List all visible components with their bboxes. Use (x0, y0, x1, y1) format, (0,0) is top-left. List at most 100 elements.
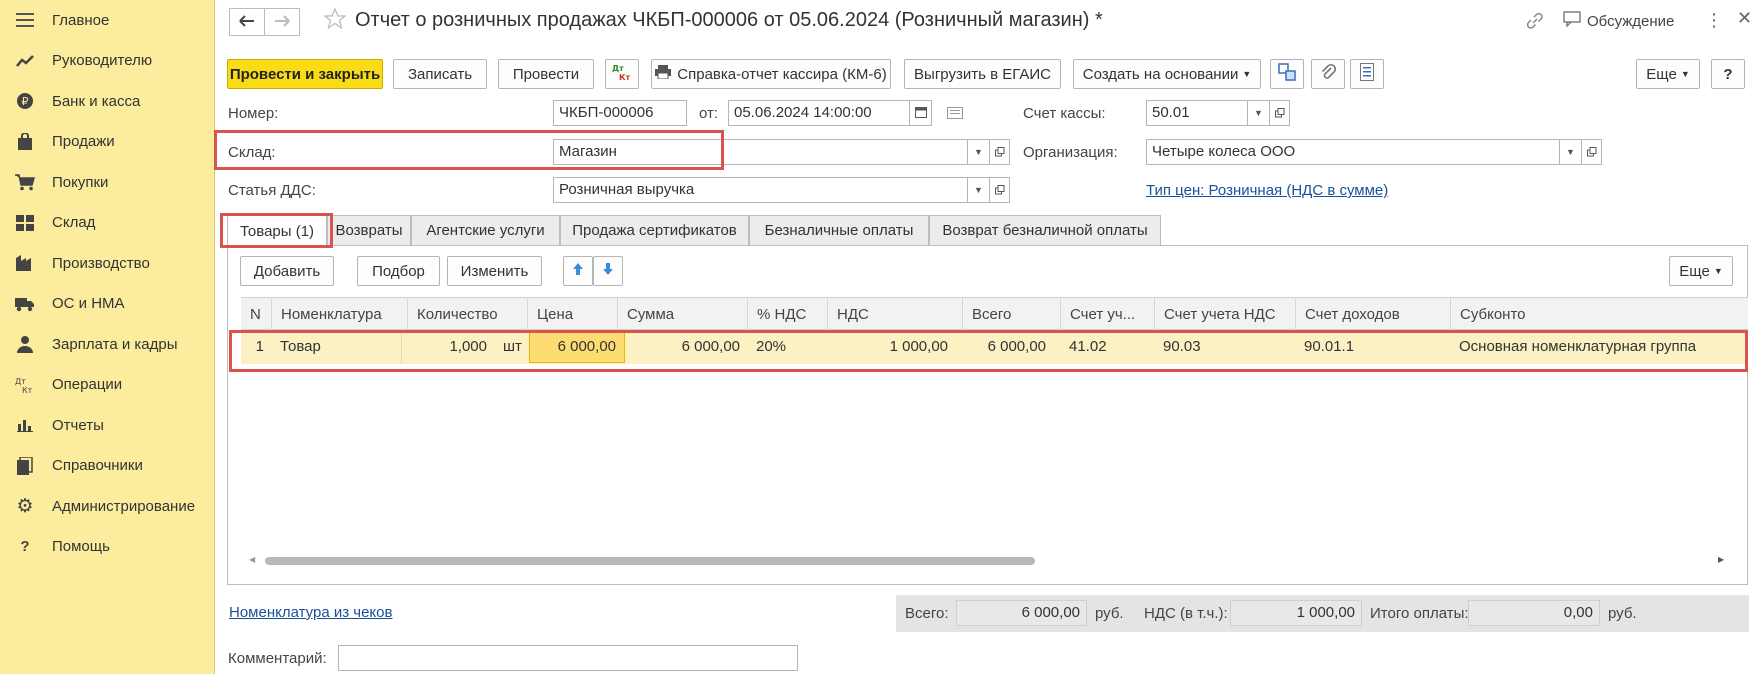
column-header-vat-account[interactable]: Счет учета НДС (1155, 298, 1296, 331)
organization-dropdown[interactable]: ▼ (1560, 139, 1582, 165)
warehouse-field[interactable]: Магазин (553, 139, 968, 165)
table-row[interactable]: 1 Товар 1,000 шт 6 000,00 6 000,00 20% 1… (241, 330, 1748, 364)
scroll-right-icon[interactable]: ▶ (1718, 555, 1724, 564)
link-icon[interactable] (1525, 11, 1545, 34)
save-button[interactable]: Записать (393, 59, 487, 89)
dds-open-button[interactable] (990, 177, 1010, 203)
dt-kt-button[interactable]: Дт Кт (605, 59, 639, 89)
warehouse-dropdown[interactable]: ▼ (968, 139, 990, 165)
cash-account-field[interactable]: 50.01 (1146, 100, 1248, 126)
create-based-on-button[interactable]: Создать на основании ▼ (1073, 59, 1261, 89)
date-field[interactable]: 05.06.2024 14:00:00 (728, 100, 910, 126)
structure-button[interactable] (1270, 59, 1304, 89)
tab-returns[interactable]: Возвраты (327, 215, 411, 245)
help-button[interactable]: ? (1711, 59, 1745, 89)
move-up-button[interactable] (563, 256, 593, 286)
sidebar-item-manager[interactable]: Руководителю (0, 41, 214, 82)
more-vertical-icon[interactable]: ⋮ (1705, 10, 1723, 31)
page-title: Отчет о розничных продажах ЧКБП-000006 о… (355, 9, 1103, 31)
column-header-sum[interactable]: Сумма (618, 298, 748, 331)
attachment-button[interactable] (1311, 59, 1345, 89)
sidebar-item-label: Банк и касса (52, 92, 141, 110)
tab-cashless-payments[interactable]: Безналичные оплаты (749, 215, 929, 245)
sidebar-item-label: Операции (52, 376, 123, 394)
sidebar-item-assets[interactable]: ОС и НМА (0, 284, 214, 325)
organization-field[interactable]: Четыре колеса ООО (1146, 139, 1560, 165)
tab-cashless-returns[interactable]: Возврат безналичной оплаты (929, 215, 1161, 245)
sidebar-item-production[interactable]: Производство (0, 243, 214, 284)
tab-agent-services[interactable]: Агентские услуги (411, 215, 560, 245)
cell-sum[interactable]: 6 000,00 (625, 330, 748, 364)
sidebar-item-bank[interactable]: ₽ Банк и касса (0, 81, 214, 122)
calendar-button[interactable] (910, 100, 932, 126)
cell-total[interactable]: 6 000,00 (956, 330, 1054, 364)
close-icon[interactable]: ✕ (1737, 8, 1752, 29)
cell-subconto[interactable]: Основная номенклатурная группа (1451, 330, 1748, 364)
receipts-nomenclature-link[interactable]: Номенклатура из чеков (229, 604, 392, 621)
cash-account-open-button[interactable] (1270, 100, 1290, 126)
cell-vat[interactable]: 1 000,00 (828, 330, 956, 364)
dt-kt-icon: Дт Кт (611, 62, 633, 86)
tab-certificate-sales[interactable]: Продажа сертификатов (560, 215, 749, 245)
arrow-down-icon (602, 262, 614, 280)
document-icon[interactable] (947, 106, 963, 122)
sidebar-item-warehouse[interactable]: Склад (0, 203, 214, 244)
dds-field[interactable]: Розничная выручка (553, 177, 968, 203)
organization-open-button[interactable] (1582, 139, 1602, 165)
post-and-close-button[interactable]: Провести и закрыть (227, 59, 383, 89)
post-button[interactable]: Провести (498, 59, 594, 89)
add-row-button[interactable]: Добавить (240, 256, 334, 286)
sidebar-item-purchases[interactable]: Покупки (0, 162, 214, 203)
move-down-button[interactable] (593, 256, 623, 286)
favorite-star-icon[interactable] (323, 7, 347, 33)
column-header-price[interactable]: Цена (528, 298, 618, 331)
tab-goods[interactable]: Товары (1) (227, 215, 327, 246)
sidebar-item-payroll[interactable]: Зарплата и кадры (0, 324, 214, 365)
sidebar-item-operations[interactable]: Дт Кт Операции (0, 365, 214, 406)
arrow-left-icon (239, 14, 255, 30)
cell-qty[interactable]: 1,000 (421, 330, 495, 364)
dropdown-arrow-icon: ▼ (1242, 69, 1252, 79)
sidebar-item-references[interactable]: Справочники (0, 446, 214, 487)
back-button[interactable] (229, 8, 265, 36)
column-header-vat[interactable]: НДС (828, 298, 963, 331)
forward-button[interactable] (264, 8, 300, 36)
table-more-button[interactable]: Еще ▼ (1669, 256, 1733, 286)
column-header-income-account[interactable]: Счет доходов (1296, 298, 1451, 331)
scroll-left-icon[interactable]: ◀ (249, 555, 255, 564)
column-header-vat-rate[interactable]: % НДС (748, 298, 828, 331)
column-header-qty[interactable]: Количество (408, 298, 528, 331)
cell-income-account[interactable]: 90.01.1 (1296, 330, 1451, 364)
number-field[interactable]: ЧКБП-000006 (553, 100, 687, 126)
egais-export-button[interactable]: Выгрузить в ЕГАИС (904, 59, 1061, 89)
discussion-button[interactable]: Обсуждение (1563, 11, 1674, 31)
change-button[interactable]: Изменить (447, 256, 542, 286)
total-currency: руб. (1095, 605, 1124, 622)
column-header-account[interactable]: Счет уч... (1061, 298, 1155, 331)
sidebar-item-reports[interactable]: Отчеты (0, 405, 214, 446)
cashier-report-button[interactable]: Справка-отчет кассира (КМ-6) (651, 59, 891, 89)
select-button[interactable]: Подбор (357, 256, 440, 286)
sidebar-item-main[interactable]: Главное (0, 0, 214, 41)
column-header-subconto[interactable]: Субконто (1451, 298, 1748, 331)
column-header-item[interactable]: Номенклатура (272, 298, 408, 331)
report-button[interactable] (1350, 59, 1384, 89)
column-header-n[interactable]: N (241, 298, 272, 331)
cell-vat-account[interactable]: 90.03 (1155, 330, 1296, 364)
cell-vat-rate[interactable]: 20% (748, 330, 828, 364)
price-type-link[interactable]: Тип цен: Розничная (НДС в сумме) (1146, 182, 1388, 199)
comment-field[interactable] (338, 645, 798, 671)
cell-account[interactable]: 41.02 (1061, 330, 1155, 364)
cash-account-dropdown[interactable]: ▼ (1248, 100, 1270, 126)
dds-dropdown[interactable]: ▼ (968, 177, 990, 203)
sidebar-item-admin[interactable]: ⚙ Администрирование (0, 486, 214, 527)
horizontal-scrollbar-thumb[interactable] (265, 557, 1035, 565)
cell-item[interactable]: Товар (272, 330, 402, 364)
dropdown-arrow-icon: ▼ (1713, 266, 1723, 276)
more-button[interactable]: Еще ▼ (1636, 59, 1700, 89)
sidebar-item-sales[interactable]: Продажи (0, 122, 214, 163)
column-header-total[interactable]: Всего (963, 298, 1061, 331)
warehouse-open-button[interactable] (990, 139, 1010, 165)
cell-price[interactable]: 6 000,00 (529, 331, 625, 363)
sidebar-item-help[interactable]: ? Помощь (0, 527, 214, 568)
